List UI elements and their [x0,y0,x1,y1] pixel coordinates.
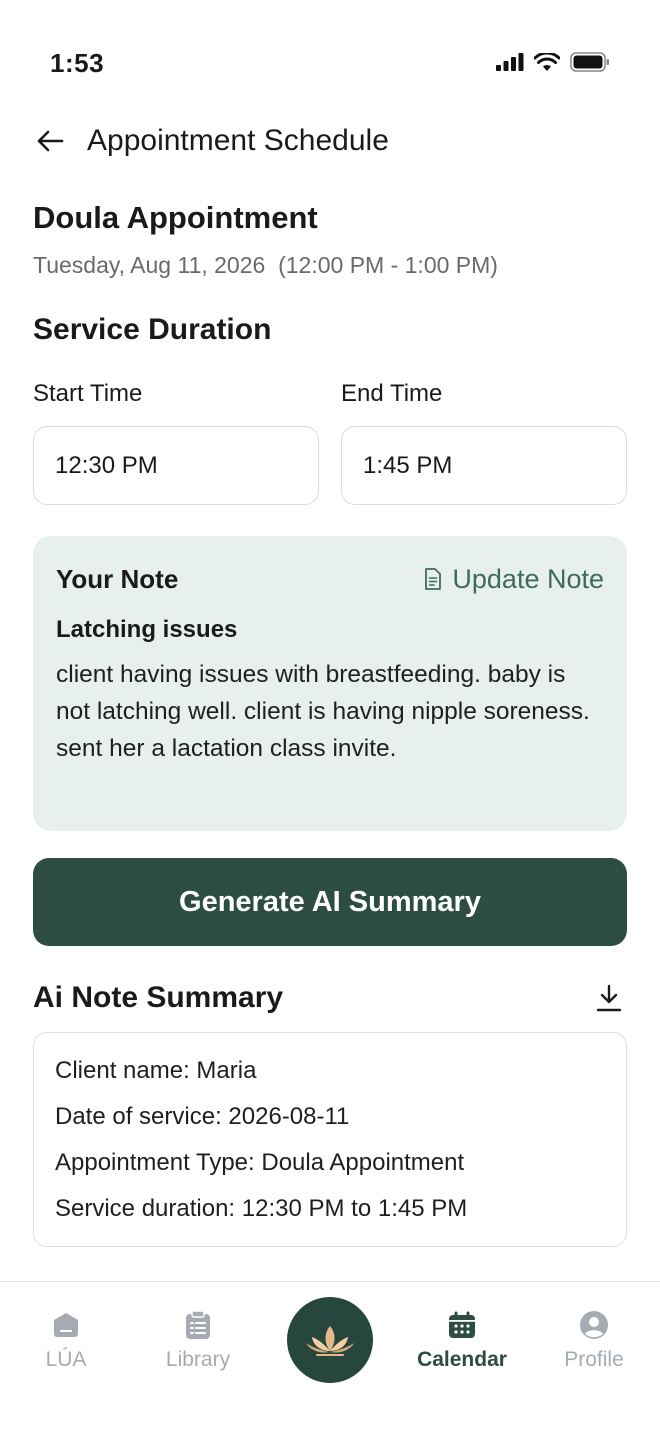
note-body: client having issues with breastfeeding.… [56,661,590,762]
download-button[interactable] [591,980,627,1016]
home-icon [54,1313,78,1337]
update-note-label: Update Note [452,563,604,594]
note-card: Your Note Update Note Latching issues cl… [33,536,627,831]
nav-label-lua: LÚA [45,1348,87,1371]
status-time: 1:53 [50,48,105,78]
lotus-center-button[interactable] [287,1297,373,1383]
status-bar: 1:53 [0,0,660,100]
cellular-signal-icon [496,53,524,76]
page-header: Appointment Schedule [33,118,627,164]
appointment-title: Doula Appointment [33,200,318,235]
bottom-nav: LÚA Library Calendar Profile [0,1281,660,1435]
profile-icon [580,1311,608,1339]
lotus-icon [306,1326,354,1356]
summary-line-type: Appointment Type: Doula Appointment [55,1149,465,1176]
end-time-label: End Time [341,380,443,407]
note-header: Your Note Update Note [56,560,604,598]
nav-item-calendar[interactable]: Calendar [407,1310,517,1372]
wifi-icon [533,51,561,77]
nav-item-profile[interactable]: Profile [539,1310,649,1372]
generate-ai-summary-button[interactable]: Generate AI Summary [33,858,627,946]
clipboard-icon [186,1310,210,1339]
arrow-left-icon [37,130,64,152]
appointment-time-range: (12:00 PM - 1:00 PM) [278,252,498,278]
end-time-input[interactable] [341,426,627,505]
ai-summary-box: Client name: Maria Date of service: 2026… [33,1032,627,1247]
page-title: Appointment Schedule [87,124,389,157]
summary-line-client: Client name: Maria [55,1057,257,1084]
update-note-button[interactable]: Update Note [424,564,604,595]
nav-item-lua[interactable]: LÚA [11,1310,121,1372]
nav-label-library: Library [165,1348,231,1371]
calendar-icon [449,1311,475,1338]
document-icon [425,568,442,590]
ai-summary-header: Ai Note Summary [33,975,627,1021]
ai-summary-title: Ai Note Summary [33,981,284,1014]
status-icons [496,51,610,77]
nav-item-library[interactable]: Library [143,1310,253,1372]
nav-label-calendar: Calendar [417,1348,507,1371]
appointment-date: Tuesday, Aug 11, 2026 [33,252,266,278]
start-time-input[interactable] [33,426,319,505]
start-time-label: Start Time [33,380,143,407]
battery-icon [570,52,610,77]
note-subject: Latching issues [56,616,238,643]
back-button[interactable] [33,124,67,158]
appointment-datetime: Tuesday, Aug 11, 2026 (12:00 PM - 1:00 P… [33,252,498,279]
download-icon [596,984,622,1012]
summary-line-date: Date of service: 2026-08-11 [55,1103,350,1130]
nav-label-profile: Profile [564,1348,624,1371]
note-title: Your Note [56,563,179,594]
summary-line-duration: Service duration: 12:30 PM to 1:45 PM [55,1195,468,1222]
service-duration-title: Service Duration [33,313,272,346]
